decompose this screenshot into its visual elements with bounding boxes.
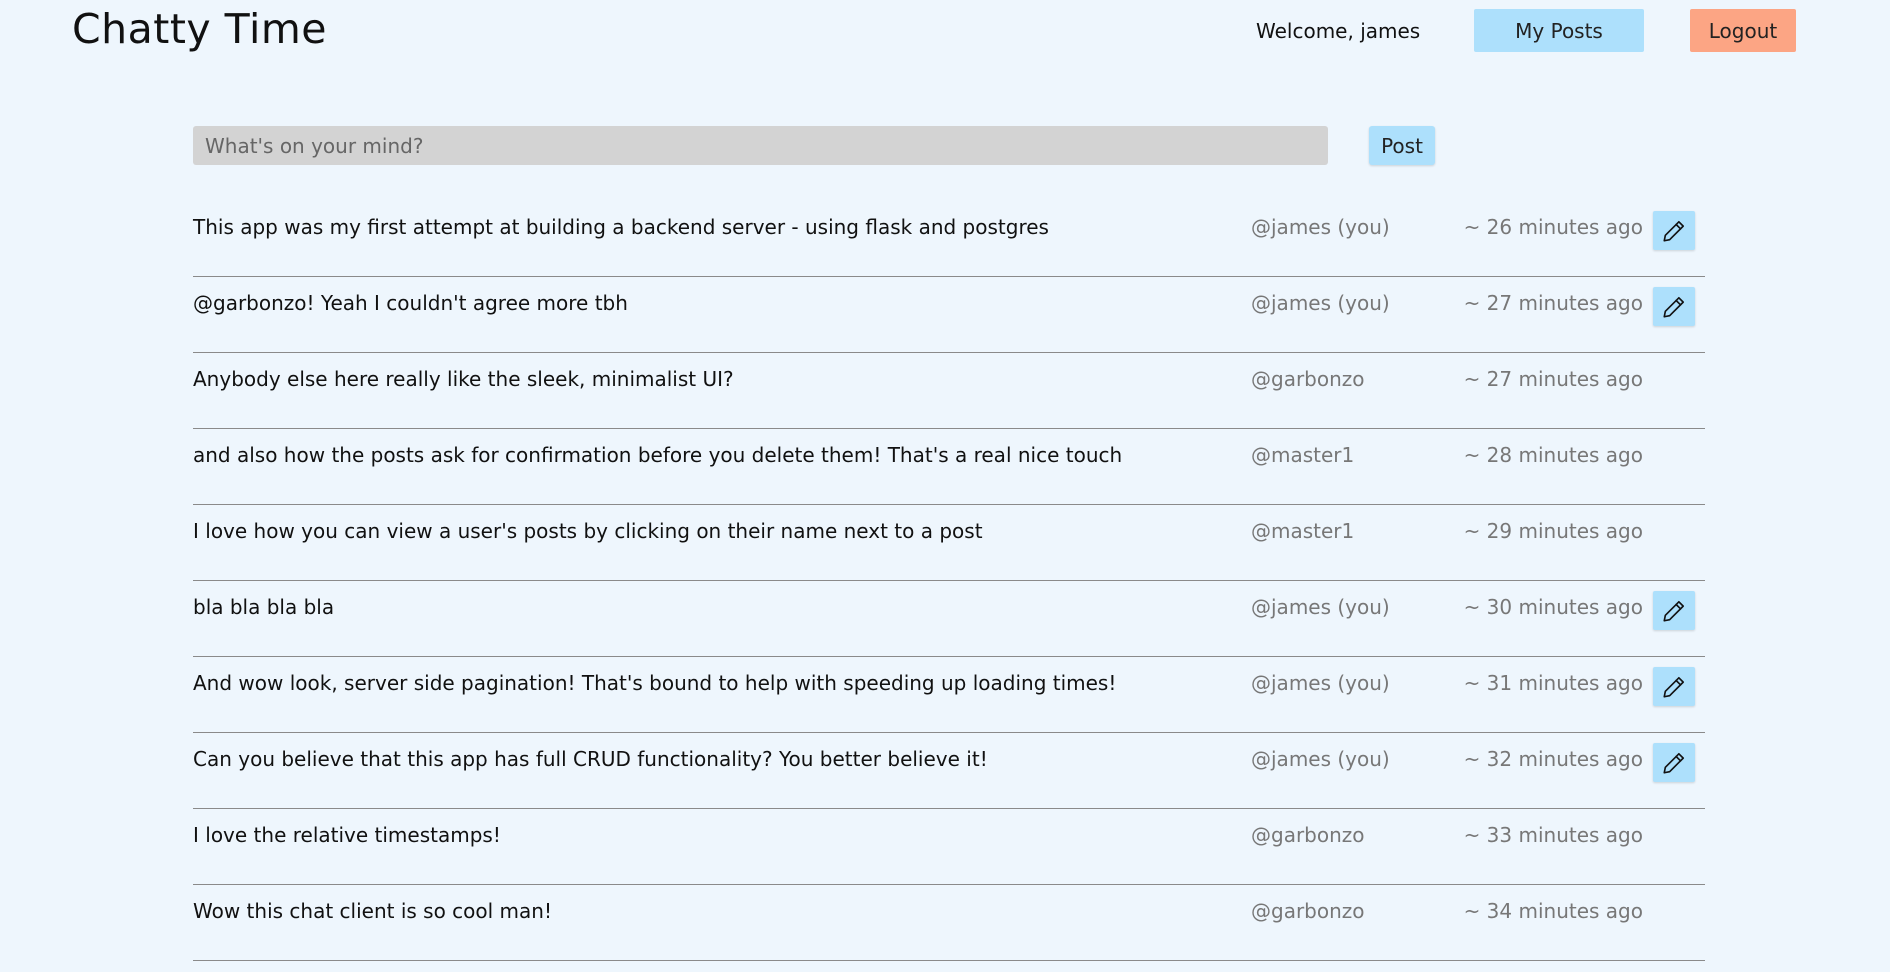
post-row: I love how you can view a user's posts b… xyxy=(193,506,1705,581)
post-row: Wow this chat client is so cool man! @ga… xyxy=(193,886,1705,961)
pencil-icon xyxy=(1663,676,1685,698)
post-timestamp: ~ 31 minutes ago xyxy=(1463,671,1643,695)
edit-post-button[interactable] xyxy=(1653,211,1695,250)
logout-button[interactable]: Logout xyxy=(1690,9,1796,52)
post-author-link[interactable]: @garbonzo xyxy=(1251,899,1365,923)
post-row: I love the relative timestamps! @garbonz… xyxy=(193,810,1705,885)
edit-post-button[interactable] xyxy=(1653,667,1695,706)
edit-post-button[interactable] xyxy=(1653,287,1695,326)
post-text: And wow look, server side pagination! Th… xyxy=(193,671,1117,695)
post-timestamp: ~ 32 minutes ago xyxy=(1463,747,1643,771)
post-author-link[interactable]: @james (you) xyxy=(1251,671,1390,695)
post-timestamp: ~ 29 minutes ago xyxy=(1463,519,1643,543)
edit-post-button[interactable] xyxy=(1653,743,1695,782)
post-row: And wow look, server side pagination! Th… xyxy=(193,658,1705,733)
post-timestamp: ~ 26 minutes ago xyxy=(1463,215,1643,239)
post-input[interactable] xyxy=(193,126,1328,165)
post-author-link[interactable]: @james (you) xyxy=(1251,595,1390,619)
welcome-text: Welcome, james xyxy=(1256,19,1421,43)
post-author-link[interactable]: @james (you) xyxy=(1251,291,1390,315)
post-timestamp: ~ 28 minutes ago xyxy=(1463,443,1643,467)
post-text: Can you believe that this app has full C… xyxy=(193,747,988,771)
post-text: I love how you can view a user's posts b… xyxy=(193,519,983,543)
post-text: Wow this chat client is so cool man! xyxy=(193,899,552,923)
post-author-link[interactable]: @james (you) xyxy=(1251,747,1390,771)
post-author-link[interactable]: @garbonzo xyxy=(1251,823,1365,847)
post-text: @garbonzo! Yeah I couldn't agree more tb… xyxy=(193,291,628,315)
my-posts-button[interactable]: My Posts xyxy=(1474,9,1644,52)
post-author-link[interactable]: @master1 xyxy=(1251,519,1354,543)
pencil-icon xyxy=(1663,220,1685,242)
post-list: This app was my first attempt at buildin… xyxy=(193,202,1705,961)
header: Chatty Time Welcome, james My Posts Logo… xyxy=(0,0,1890,62)
post-text: bla bla bla bla xyxy=(193,595,335,619)
post-timestamp: ~ 33 minutes ago xyxy=(1463,823,1643,847)
post-row: and also how the posts ask for confirmat… xyxy=(193,430,1705,505)
post-row: Anybody else here really like the sleek,… xyxy=(193,354,1705,429)
post-author-link[interactable]: @master1 xyxy=(1251,443,1354,467)
post-timestamp: ~ 27 minutes ago xyxy=(1463,367,1643,391)
post-row: bla bla bla bla @james (you) ~ 30 minute… xyxy=(193,582,1705,657)
post-button[interactable]: Post xyxy=(1369,126,1435,165)
post-row: @garbonzo! Yeah I couldn't agree more tb… xyxy=(193,278,1705,353)
post-text: I love the relative timestamps! xyxy=(193,823,501,847)
post-author-link[interactable]: @james (you) xyxy=(1251,215,1390,239)
post-author-link[interactable]: @garbonzo xyxy=(1251,367,1365,391)
post-timestamp: ~ 27 minutes ago xyxy=(1463,291,1643,315)
pencil-icon xyxy=(1663,296,1685,318)
post-text: and also how the posts ask for confirmat… xyxy=(193,443,1123,467)
app-title: Chatty Time xyxy=(72,5,328,53)
pencil-icon xyxy=(1663,752,1685,774)
post-text: Anybody else here really like the sleek,… xyxy=(193,367,734,391)
post-row: Can you believe that this app has full C… xyxy=(193,734,1705,809)
edit-post-button[interactable] xyxy=(1653,591,1695,630)
post-text: This app was my first attempt at buildin… xyxy=(193,215,1049,239)
post-row: This app was my first attempt at buildin… xyxy=(193,202,1705,277)
post-timestamp: ~ 34 minutes ago xyxy=(1463,899,1643,923)
post-timestamp: ~ 30 minutes ago xyxy=(1463,595,1643,619)
pencil-icon xyxy=(1663,600,1685,622)
